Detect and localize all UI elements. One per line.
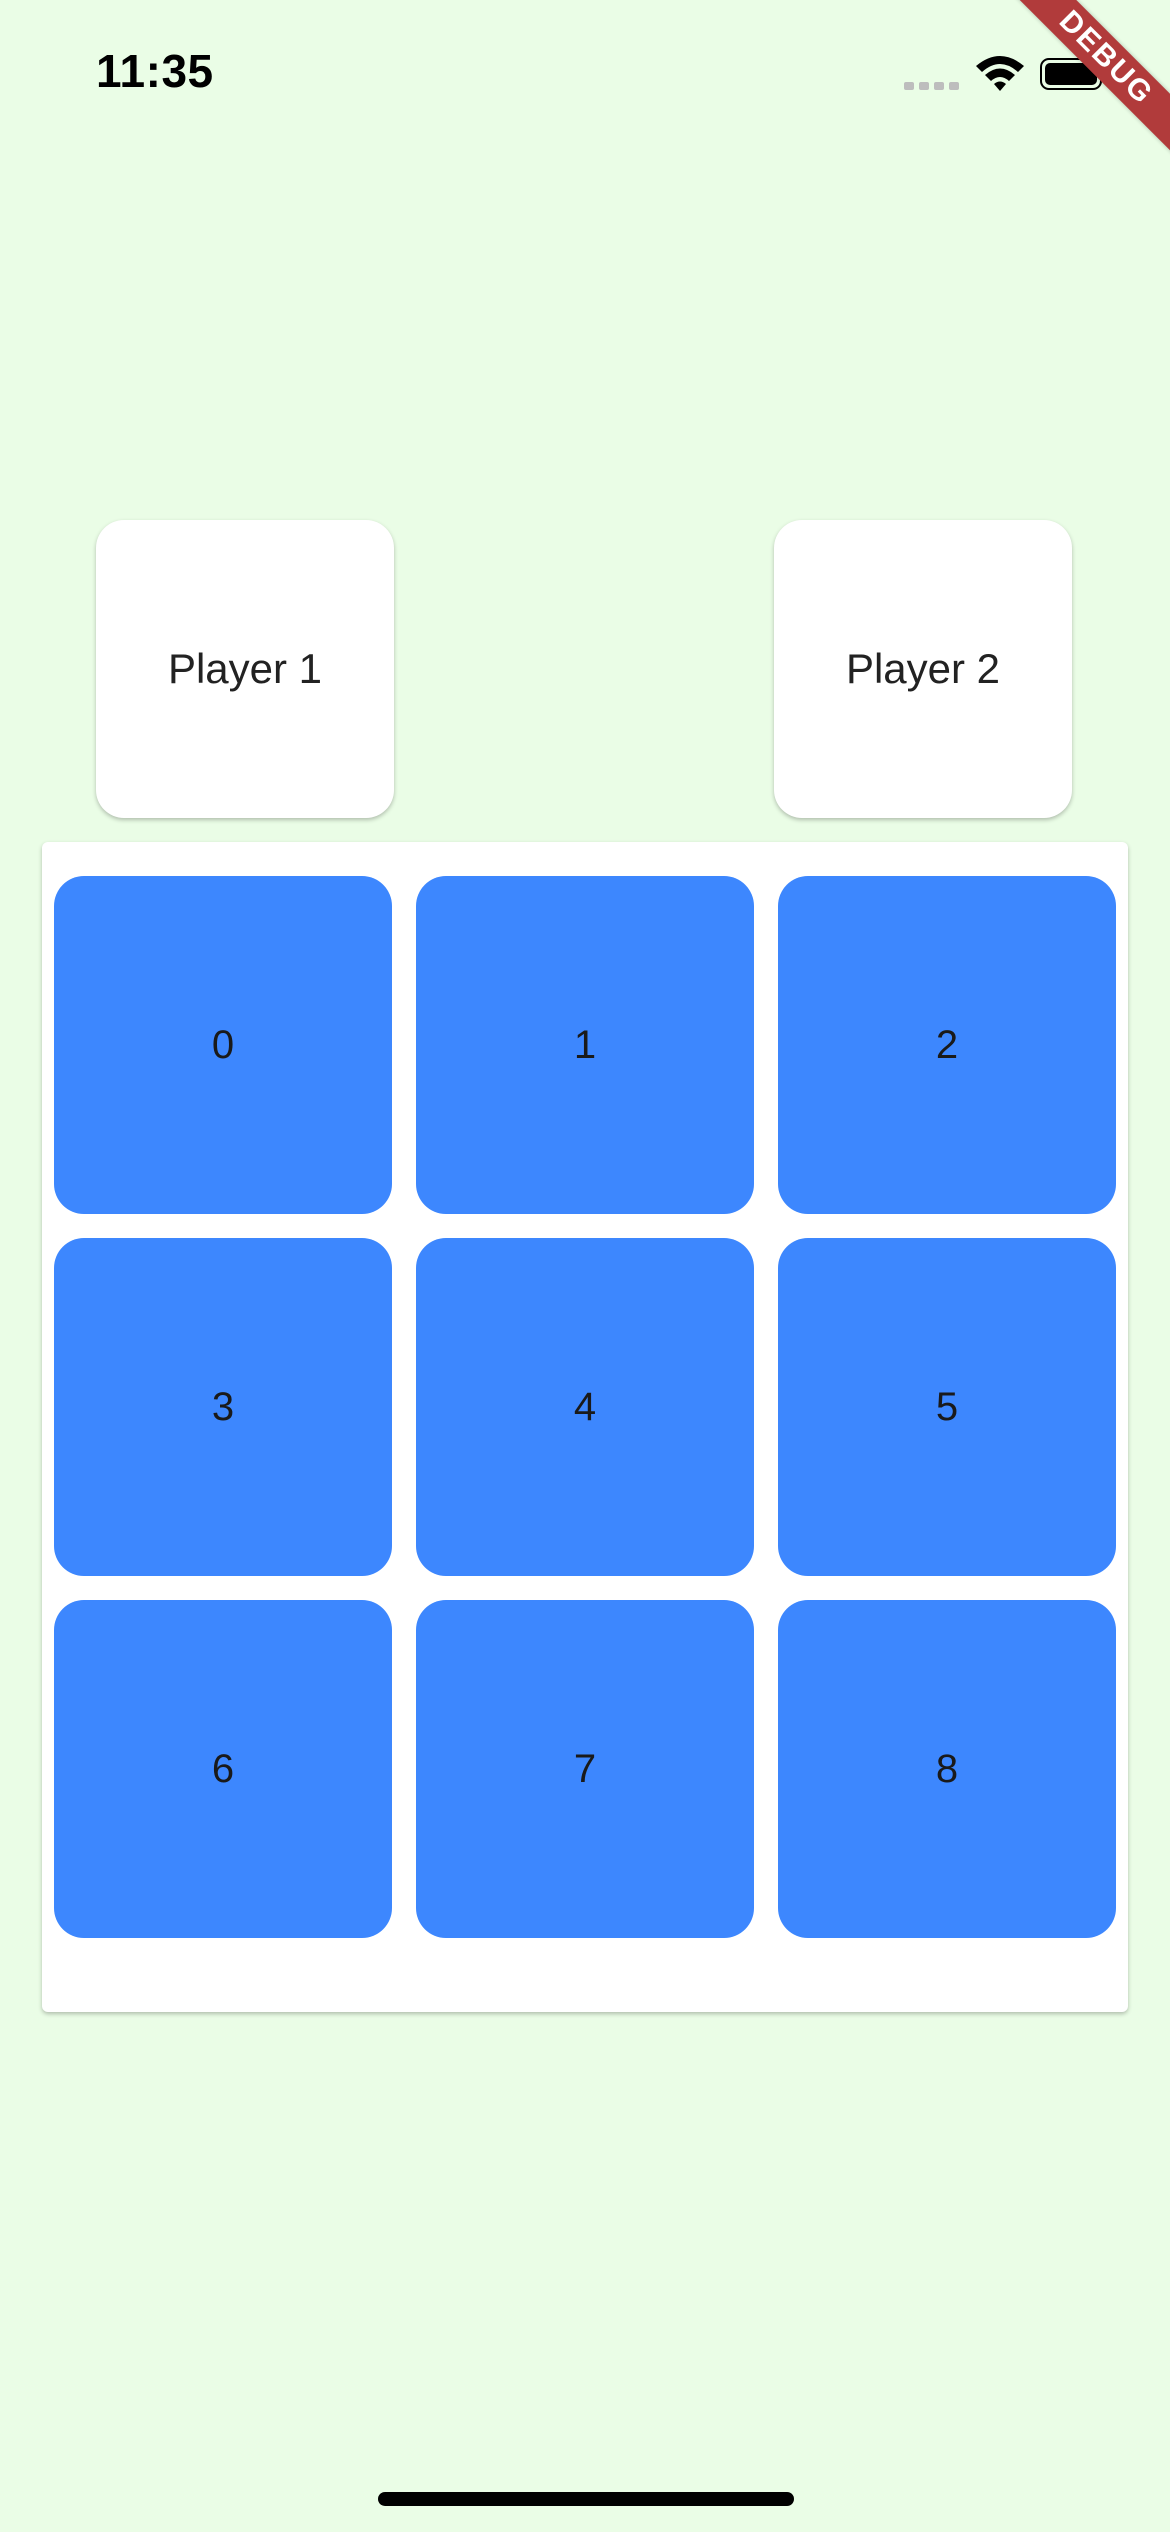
cell-label: 5 [935,1384,959,1429]
cell-label: 2 [935,1022,959,1067]
cell-label: 1 [573,1022,597,1067]
player-2-label: Player 2 [845,645,1001,692]
status-time: 11:35 [96,45,214,97]
debug-ribbon-label: DEBUG [1000,0,1170,165]
debug-banner: DEBUG [1000,0,1170,170]
board-cell-3[interactable]: 3 [54,1238,392,1576]
player-2-card: Player 2 [774,520,1072,818]
player-1-card: Player 1 [96,520,394,818]
board-cell-0[interactable]: 0 [54,876,392,1214]
board-cell-5[interactable]: 5 [778,1238,1116,1576]
cell-label: 4 [573,1384,597,1429]
game-board: 0 1 2 3 4 5 6 7 8 [42,842,1128,2012]
board-cell-2[interactable]: 2 [778,876,1116,1214]
status-bar: 11:35 [0,0,1170,140]
board-grid: 0 1 2 3 4 5 6 7 8 [54,876,1116,1938]
board-cell-1[interactable]: 1 [416,876,754,1214]
board-cell-7[interactable]: 7 [416,1600,754,1938]
board-cell-8[interactable]: 8 [778,1600,1116,1938]
cell-label: 6 [211,1746,235,1791]
cell-label: 0 [211,1022,235,1067]
home-indicator[interactable] [378,2492,794,2506]
cell-label: 8 [935,1746,959,1791]
board-cell-4[interactable]: 4 [416,1238,754,1576]
player-1-label: Player 1 [167,645,323,692]
board-cell-6[interactable]: 6 [54,1600,392,1938]
cell-label: 7 [573,1746,597,1791]
signal-dots-icon [904,82,959,90]
cell-label: 3 [211,1384,235,1429]
